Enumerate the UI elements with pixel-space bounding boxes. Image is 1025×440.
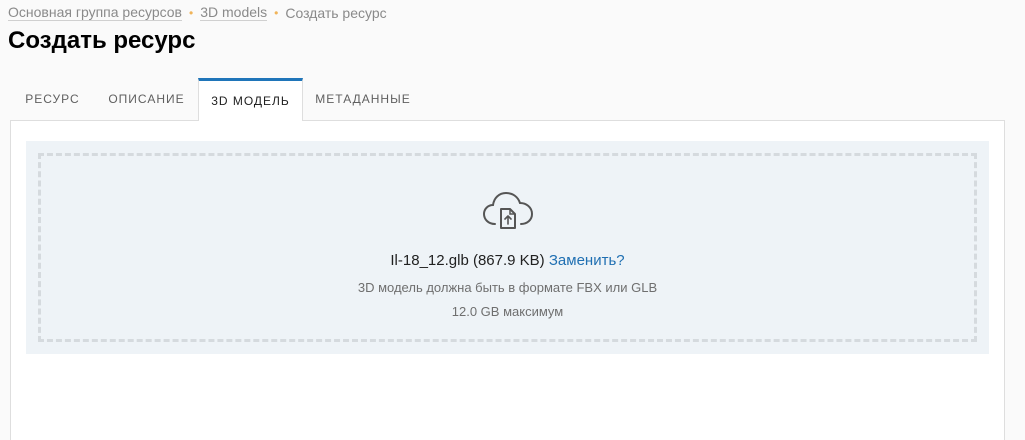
- page: Основная группа ресурсов • 3D models • С…: [0, 0, 1025, 440]
- page-title: Создать ресурс: [8, 27, 196, 54]
- file-dropzone[interactable]: Il-18_12.glb (867.9 KB) Заменить? 3D мод…: [26, 141, 989, 354]
- tab-bar: РЕСУРС ОПИСАНИЕ 3D МОДЕЛЬ МЕТАДАННЫЕ: [10, 78, 423, 121]
- uploaded-file-info: Il-18_12.glb (867.9 KB) Заменить?: [41, 252, 974, 269]
- tab-3d-model[interactable]: 3D МОДЕЛЬ: [198, 78, 303, 121]
- breadcrumb-item-3d-models[interactable]: 3D models: [200, 4, 268, 21]
- tab-metadata[interactable]: МЕТАДАННЫЕ: [303, 78, 423, 120]
- breadcrumb-item-resource-group[interactable]: Основная группа ресурсов: [8, 4, 182, 21]
- breadcrumb: Основная группа ресурсов • 3D models • С…: [8, 4, 387, 21]
- replace-file-link[interactable]: Заменить?: [549, 252, 625, 269]
- breadcrumb-separator: •: [189, 5, 194, 20]
- file-size: (867.9 KB): [472, 252, 545, 269]
- format-hint: 3D модель должна быть в формате FBX или …: [357, 280, 658, 295]
- size-limit-hint: 12.0 GB максимум: [451, 304, 564, 319]
- cloud-upload-file-icon: [482, 191, 533, 229]
- tab-description[interactable]: ОПИСАНИЕ: [95, 78, 198, 120]
- file-name: Il-18_12.glb: [390, 252, 469, 269]
- breadcrumb-item-current: Создать ресурс: [285, 4, 387, 21]
- tab-resource[interactable]: РЕСУРС: [10, 78, 95, 120]
- breadcrumb-separator: •: [274, 5, 279, 20]
- dropzone-border: Il-18_12.glb (867.9 KB) Заменить? 3D мод…: [38, 153, 977, 342]
